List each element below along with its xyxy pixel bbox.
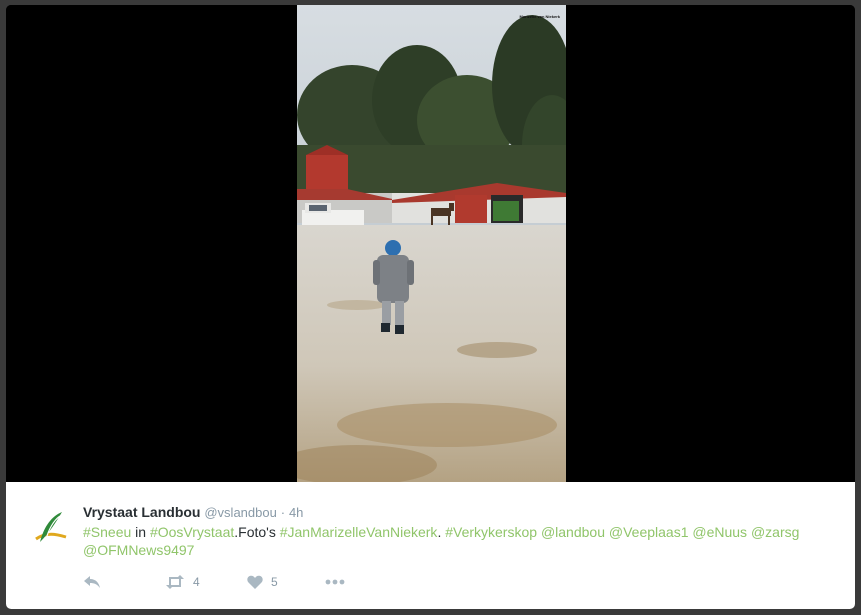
tweet-text: #Sneeu in #OosVrystaat.Foto's #JanMarize… [83,523,843,559]
photo-credit: Marizelle van Niekerk [519,14,560,19]
tweet-card: Vrystaat Landbou @vslandbou · 4h #Sneeu … [6,482,855,609]
vrystaat-landbou-logo-icon [35,512,67,542]
tweet-header: Vrystaat Landbou @vslandbou · 4h [83,504,303,520]
separator: · [280,505,286,520]
hashtag-link[interactable]: #Verkykerskop [445,524,537,540]
tweet-text-fragment: .Foto's [234,524,280,540]
tweet-text-fragment: in [131,524,150,540]
author-name[interactable]: Vrystaat Landbou [83,504,200,520]
retweet-icon [166,575,184,589]
tweet-timestamp[interactable]: 4h [289,505,303,520]
avatar[interactable] [26,504,74,552]
snow-farm-photo [297,5,566,482]
mention-link[interactable]: @Veeplaas1 [609,524,689,540]
mention-link[interactable]: @zarsg [751,524,799,540]
author-handle[interactable]: @vslandbou [204,505,276,520]
hashtag-link[interactable]: #OosVrystaat [150,524,234,540]
media-viewer: Marizelle van Niekerk [6,5,855,482]
more-button[interactable] [325,579,355,585]
mention-link[interactable]: @OFMNews9497 [83,542,194,558]
tweet-actions: 4 5 [83,572,355,592]
retweet-button[interactable]: 4 [165,575,247,589]
like-button[interactable]: 5 [247,575,325,589]
more-icon [325,579,345,585]
media-overlay: Marizelle van Niekerk Vrystaat Landbou @… [6,5,855,609]
reply-button[interactable] [83,575,165,589]
heart-icon [247,575,263,589]
like-count: 5 [271,575,278,589]
hashtag-link[interactable]: #Sneeu [83,524,131,540]
hashtag-link[interactable]: #JanMarizelleVanNiekerk [280,524,438,540]
mention-link[interactable]: @eNuus [692,524,747,540]
reply-icon [84,576,100,588]
tweet-photo[interactable]: Marizelle van Niekerk [297,5,566,482]
retweet-count: 4 [193,575,200,589]
mention-link[interactable]: @landbou [541,524,605,540]
